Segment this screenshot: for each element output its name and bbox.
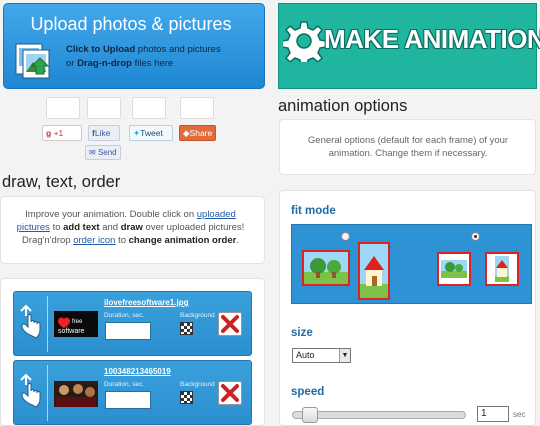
drag-order-icon[interactable] (18, 304, 46, 340)
add-text-emphasis: add text (63, 222, 100, 233)
share-label: Share (189, 128, 213, 138)
share-button[interactable]: ◆Share (179, 125, 216, 141)
fit-mode-radio-stretch[interactable] (341, 232, 350, 241)
fit-mode-preview-image[interactable] (302, 250, 350, 286)
svg-text:free: free (72, 319, 83, 325)
frame-row[interactable]: free software ilovefreesoftware1.jpg Dur… (13, 291, 252, 356)
close-icon (221, 384, 239, 402)
draw-emphasis: draw (120, 222, 143, 233)
speed-label: speed (291, 386, 325, 398)
speed-input[interactable]: 1 (477, 406, 509, 422)
duration-input[interactable] (105, 322, 151, 340)
order-icon-link[interactable]: order icon (73, 235, 115, 246)
draw-info-text: Improve your animation. Double click on … (8, 208, 253, 247)
frame-filename[interactable]: ilovefreesoftware1.jpg (104, 298, 188, 307)
share-count-bubble (46, 97, 80, 119)
upload-photo-icon[interactable] (14, 40, 54, 80)
google-plus-label: +1 (53, 128, 64, 138)
frame-row[interactable]: 100348213465019 Duration, sec. Backgroun… (13, 360, 252, 425)
fit-mode-preview-image[interactable] (437, 252, 471, 286)
size-label: size (291, 327, 313, 339)
fit-mode-preview-image[interactable] (358, 242, 390, 300)
draw-info-part: . (236, 235, 239, 246)
draw-info-part: Improve your animation. Double click on (25, 209, 197, 220)
google-plus-button[interactable]: g +1 (42, 125, 82, 141)
send-icon: ✉ (89, 148, 96, 157)
delete-frame-button[interactable] (218, 312, 242, 336)
share-count-bubble (132, 97, 166, 119)
frame-thumbnail[interactable]: free software (54, 311, 98, 337)
svg-text:software: software (58, 328, 85, 335)
drag-order-icon[interactable] (18, 373, 46, 409)
gear-icon (283, 21, 325, 62)
make-animation-title[interactable]: MAKE ANIMATION (324, 24, 540, 55)
duration-input[interactable] (105, 391, 151, 409)
draw-info-part: to (49, 222, 64, 233)
facebook-like-label: Like (94, 128, 111, 138)
fit-mode-radio-fit[interactable] (471, 232, 480, 241)
background-checker-icon[interactable] (180, 391, 193, 404)
send-label: Send (97, 148, 117, 157)
upload-hint-text-2: or (66, 58, 78, 69)
google-plus-icon: g (46, 128, 52, 138)
fit-mode-label: fit mode (291, 205, 336, 217)
draw-info-part: to (115, 235, 129, 246)
animation-options-heading: animation options (278, 97, 408, 115)
fit-mode-preview-image[interactable] (485, 252, 519, 286)
frame-filename[interactable]: 100348213465019 (104, 367, 171, 376)
change-order-emphasis: change animation order (128, 235, 237, 246)
draw-text-order-heading: draw, text, order (2, 173, 121, 191)
tweet-label: Tweet (140, 128, 163, 138)
facebook-like-button[interactable]: fLike (88, 125, 120, 141)
upload-title[interactable]: Upload photos & pictures (0, 14, 262, 35)
row-divider (47, 296, 48, 352)
close-icon (221, 315, 239, 333)
upload-hint-text-3: files here (131, 58, 174, 69)
frame-thumbnail[interactable] (54, 379, 98, 409)
animation-options-info-text: General options (default for each frame)… (307, 135, 509, 159)
draw-info-part: and (99, 222, 121, 233)
upload-hint: Click to Upload photos and pictures or Dr… (66, 43, 256, 71)
speed-unit: sec (513, 410, 526, 419)
duration-label: Duration, sec. (104, 381, 145, 388)
delete-frame-button[interactable] (218, 381, 242, 405)
click-to-upload-text: Click to Upload (66, 44, 136, 55)
drag-n-drop-text: Drag-n-drop (77, 58, 132, 69)
duration-label: Duration, sec. (104, 312, 145, 319)
upload-hint-text-1: photos and pictures (135, 44, 221, 55)
share-count-bubble (180, 97, 214, 119)
chevron-down-icon[interactable]: ▼ (339, 349, 350, 362)
background-checker-icon[interactable] (180, 322, 193, 335)
speed-slider-track[interactable] (292, 411, 466, 419)
speed-slider-handle[interactable] (302, 407, 318, 423)
background-label: Background (180, 312, 215, 319)
share-count-bubble (87, 97, 121, 119)
row-divider (47, 365, 48, 421)
background-label: Background (180, 381, 215, 388)
tweet-button[interactable]: ✦Tweet (129, 125, 173, 141)
send-button[interactable]: ✉ Send (85, 145, 121, 160)
